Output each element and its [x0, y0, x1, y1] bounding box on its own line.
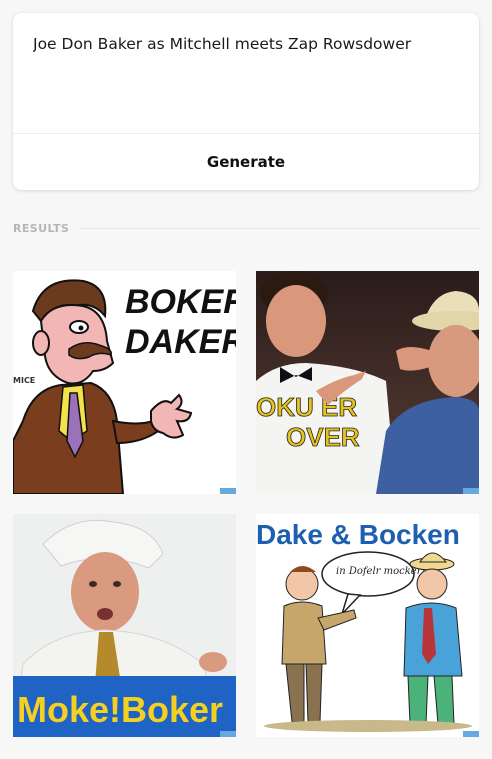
result-image-3[interactable]: Moke!Boker [13, 514, 236, 737]
result-image-2[interactable]: OKU ER OVER [256, 271, 479, 494]
results-label: RESULTS [13, 221, 70, 235]
result-image-3-illustration: Moke!Boker [13, 514, 236, 737]
result-image-4-illustration: Dake & Bocken in Dofelr mocker! [256, 514, 479, 737]
results-header: RESULTS [13, 221, 479, 235]
result-image-1-illustration: BOKER DAKER MICE [13, 271, 236, 494]
tile1-text-boker: BOKER [125, 283, 236, 321]
tile2-text-top: OKU ER [256, 392, 357, 422]
result-image-4[interactable]: Dake & Bocken in Dofelr mocker! [256, 514, 479, 737]
tile3-text: Moke!Boker [17, 689, 223, 730]
tile1-text-daker: DAKER [125, 323, 236, 361]
tile4-bubble-text: in Dofelr mocker! [336, 566, 426, 577]
tile4-title-text: Dake & Bocken [256, 519, 460, 550]
results-divider [81, 227, 479, 229]
result-image-2-illustration: OKU ER OVER [256, 271, 479, 494]
prompt-card: Joe Don Baker as Mitchell meets Zap Rows… [13, 13, 479, 190]
result-image-1[interactable]: BOKER DAKER MICE [13, 271, 236, 494]
tile2-text-bottom: OVER [286, 422, 360, 452]
generate-button[interactable]: Generate [13, 134, 479, 190]
prompt-input[interactable]: Joe Don Baker as Mitchell meets Zap Rows… [33, 33, 463, 133]
tile1-side-text: MICE [13, 376, 35, 385]
